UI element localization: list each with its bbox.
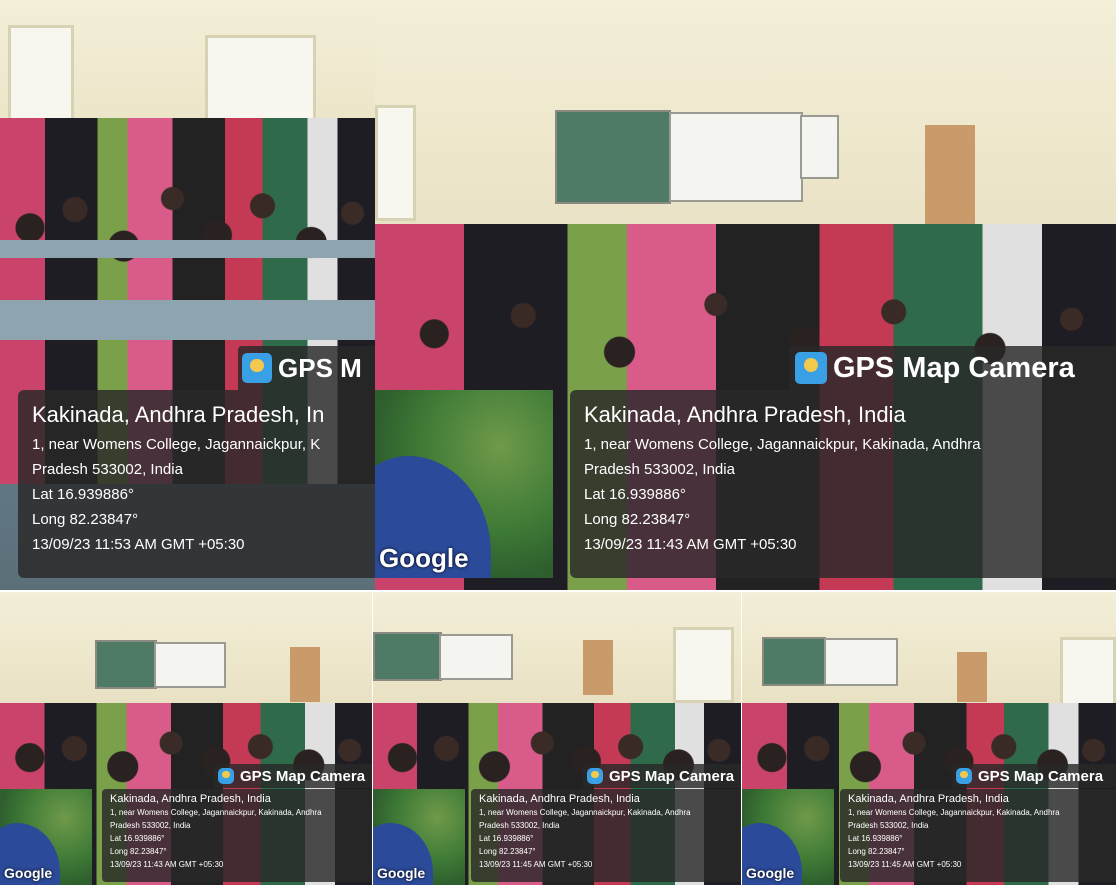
- address-line-2: Pradesh 533002, India: [32, 461, 183, 478]
- longitude: Long 82.23847°: [110, 847, 167, 856]
- chalkboard: [95, 640, 157, 689]
- place-name: Kakinada, Andhra Pradesh, India: [584, 402, 906, 427]
- window: [1060, 637, 1116, 713]
- google-map-label: Google: [4, 865, 53, 881]
- gps-map-camera-badge: GPS Map Camera: [789, 346, 1116, 390]
- gps-brand-label: GPS M: [278, 352, 362, 383]
- chalkboard: [762, 637, 826, 686]
- timestamp: 13/09/23 11:43 AM GMT +05:30: [584, 536, 797, 553]
- timestamp: 13/09/23 11:43 AM GMT +05:30: [110, 860, 224, 869]
- location-info-overlay: Kakinada, Andhra Pradesh, India 1, near …: [471, 789, 741, 882]
- google-map-label: Google: [746, 865, 795, 881]
- latitude: Lat 16.939886°: [110, 834, 165, 843]
- chalkboard: [555, 110, 671, 204]
- location-info-overlay: Kakinada, Andhra Pradesh, India 1, near …: [840, 789, 1116, 882]
- photo-panel-4: Google GPS Map Camera Kakinada, Andhra P…: [373, 592, 741, 885]
- longitude: Long 82.23847°: [584, 511, 691, 528]
- longitude: Long 82.23847°: [848, 847, 905, 856]
- door: [925, 125, 975, 235]
- gps-map-camera-badge: GPS Map Camera: [583, 764, 741, 788]
- address-line-1: 1, near Womens College, Jagannaickpur, K…: [584, 436, 981, 453]
- map-thumbnail: Google: [373, 789, 465, 885]
- gps-brand-label: GPS Map Camera: [240, 767, 366, 785]
- address-line-1: 1, near Womens College, Jagannaickpur, K…: [479, 808, 691, 817]
- gps-brand-label: GPS Map Camera: [978, 767, 1104, 785]
- address-line-1: 1, near Womens College, Jagannaickpur, K: [32, 436, 321, 453]
- desk: [0, 300, 375, 340]
- longitude: Long 82.23847°: [479, 847, 536, 856]
- gps-brand-label: GPS Map Camera: [833, 351, 1075, 384]
- whiteboard: [439, 634, 513, 680]
- latitude: Lat 16.939886°: [479, 834, 534, 843]
- address-line-1: 1, near Womens College, Jagannaickpur, K…: [848, 808, 1060, 817]
- window: [673, 627, 734, 703]
- gps-brand-label: GPS Map Camera: [609, 767, 735, 785]
- address-line-2: Pradesh 533002, India: [110, 821, 191, 830]
- door: [290, 647, 320, 702]
- photo-panel-1: GPS M Kakinada, Andhra Pradesh, In 1, ne…: [0, 0, 375, 590]
- gps-map-camera-badge: GPS Map Camera: [214, 764, 372, 788]
- gps-map-camera-icon: [587, 768, 603, 784]
- timestamp: 13/09/23 11:45 AM GMT +05:30: [479, 860, 593, 869]
- map-thumbnail: Google: [375, 390, 553, 578]
- gps-map-camera-icon: [795, 352, 827, 384]
- google-map-label: Google: [379, 543, 469, 573]
- chalkboard: [373, 632, 442, 681]
- photo-panel-2: Google GPS Map Camera Kakinada, Andhra P…: [375, 0, 1116, 590]
- address-line-2: Pradesh 533002, India: [848, 821, 929, 830]
- whiteboard: [669, 112, 803, 202]
- photo-panel-3: Google GPS Map Camera Kakinada, Andhra P…: [0, 592, 372, 885]
- gps-map-camera-badge: GPS M: [238, 346, 375, 390]
- address-line-1: 1, near Womens College, Jagannaickpur, K…: [110, 808, 322, 817]
- door: [957, 652, 987, 702]
- google-map-label: Google: [377, 865, 426, 881]
- latitude: Lat 16.939886°: [32, 486, 134, 503]
- whiteboard: [824, 638, 898, 686]
- address-line-2: Pradesh 533002, India: [584, 461, 735, 478]
- latitude: Lat 16.939886°: [848, 834, 903, 843]
- location-info-overlay: Kakinada, Andhra Pradesh, India 1, near …: [570, 390, 1116, 578]
- photo-panel-5: Google GPS Map Camera Kakinada, Andhra P…: [742, 592, 1116, 885]
- timestamp: 13/09/23 11:45 AM GMT +05:30: [848, 860, 962, 869]
- longitude: Long 82.23847°: [32, 511, 139, 528]
- gps-map-camera-badge: GPS Map Camera: [952, 764, 1116, 788]
- place-name: Kakinada, Andhra Pradesh, India: [479, 793, 640, 805]
- desk: [0, 240, 375, 258]
- door: [583, 640, 613, 695]
- location-info-overlay: Kakinada, Andhra Pradesh, In 1, near Wom…: [18, 390, 375, 578]
- timestamp: 13/09/23 11:53 AM GMT +05:30: [32, 536, 245, 553]
- gps-map-camera-icon: [242, 353, 272, 383]
- address-line-2: Pradesh 533002, India: [479, 821, 560, 830]
- map-thumbnail: Google: [0, 789, 92, 885]
- window: [375, 105, 416, 221]
- latitude: Lat 16.939886°: [584, 486, 686, 503]
- place-name: Kakinada, Andhra Pradesh, In: [32, 402, 325, 427]
- gps-map-camera-icon: [956, 768, 972, 784]
- location-info-overlay: Kakinada, Andhra Pradesh, India 1, near …: [102, 789, 372, 882]
- gps-map-camera-icon: [218, 768, 234, 784]
- map-thumbnail: Google: [742, 789, 834, 885]
- place-name: Kakinada, Andhra Pradesh, India: [848, 793, 1009, 805]
- whiteboard: [154, 642, 226, 688]
- place-name: Kakinada, Andhra Pradesh, India: [110, 793, 271, 805]
- whiteboard: [800, 115, 839, 179]
